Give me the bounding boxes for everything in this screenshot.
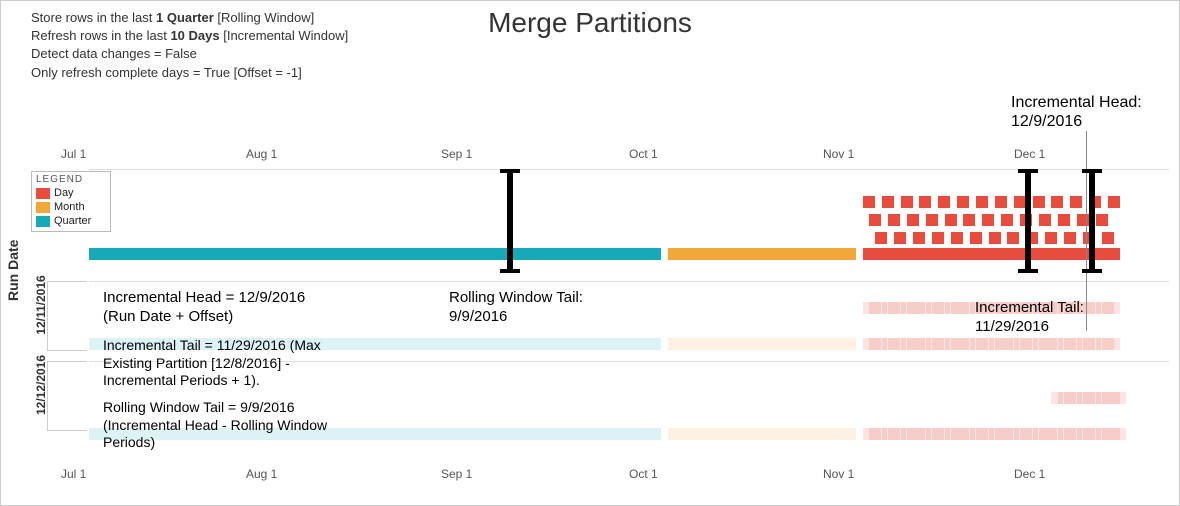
axis-tick: Aug 1 xyxy=(246,147,277,161)
page-title: Merge Partitions xyxy=(1,7,1179,39)
cell-day xyxy=(989,232,1001,244)
cell-day xyxy=(1114,428,1126,440)
cell-day xyxy=(882,196,894,208)
cell-day xyxy=(894,232,906,244)
marker-rolling-tail xyxy=(507,171,513,271)
swatch-quarter-icon xyxy=(36,216,50,227)
cell-day xyxy=(932,232,944,244)
axis-tick: Nov 1 xyxy=(823,467,854,481)
bar-month xyxy=(668,338,857,350)
cell-day xyxy=(1058,214,1070,226)
legend: LEGEND Day Month Quarter xyxy=(31,171,111,232)
cell-day xyxy=(1033,196,1045,208)
annot-inc-head-expl: Incremental Head = 12/9/2016 (Run Date +… xyxy=(103,289,305,327)
swatch-month-icon xyxy=(36,202,50,213)
cell-day xyxy=(1014,196,1026,208)
cell-day xyxy=(1108,248,1120,260)
cell-day xyxy=(982,214,994,226)
annot-rolling-tail-expl: Rolling Window Tail = 9/9/2016 (Incremen… xyxy=(103,399,327,452)
bar-month xyxy=(668,428,857,440)
cell-day xyxy=(1102,232,1114,244)
swatch-day-icon xyxy=(36,188,50,199)
cell-day xyxy=(907,214,919,226)
axis-tick: Jul 1 xyxy=(61,147,86,161)
cell-day xyxy=(869,214,881,226)
cell-day xyxy=(1039,214,1051,226)
cell-day xyxy=(1001,214,1013,226)
cell-day xyxy=(976,196,988,208)
marker-incremental-tail xyxy=(1025,171,1031,271)
cell-day xyxy=(1114,392,1126,404)
axis-tick: Jul 1 xyxy=(61,467,86,481)
cell-day xyxy=(963,214,975,226)
cell-day xyxy=(1108,302,1120,314)
cell-day xyxy=(957,196,969,208)
axis-tick: Oct 1 xyxy=(629,467,658,481)
cell-day xyxy=(901,196,913,208)
axis-tick: Aug 1 xyxy=(246,467,277,481)
annot-inc-tail-expl: Incremental Tail = 11/29/2016 (Max Exist… xyxy=(103,337,321,390)
axis-tick: Dec 1 xyxy=(1014,467,1045,481)
top-strip xyxy=(89,169,1169,269)
cell-day xyxy=(1007,232,1019,244)
marker-incremental-head xyxy=(1089,171,1095,271)
vline-incremental-head xyxy=(1086,131,1087,331)
legend-item-day: Day xyxy=(36,187,106,199)
cell-day xyxy=(926,214,938,226)
axis-tick: Oct 1 xyxy=(629,147,658,161)
annot-incremental-head-top: Incremental Head: 12/9/2016 xyxy=(1011,93,1142,131)
cell-day xyxy=(1108,196,1120,208)
y-axis-title: Run Date xyxy=(5,240,21,301)
cell-day xyxy=(919,196,931,208)
cell-day xyxy=(863,196,875,208)
cell-day xyxy=(1096,214,1108,226)
legend-item-month: Month xyxy=(36,201,106,213)
cell-day xyxy=(1045,232,1057,244)
run-date-label: 12/12/2016 xyxy=(34,350,48,420)
legend-title: LEGEND xyxy=(36,174,106,185)
axis-tick: Sep 1 xyxy=(441,147,472,161)
cell-day xyxy=(938,196,950,208)
annot-inc-tail-lbl: Incremental Tail: 11/29/2016 xyxy=(975,299,1084,337)
cell-day xyxy=(1064,232,1076,244)
diagram-canvas: Store rows in the last 1 Quarter [Rollin… xyxy=(0,0,1180,506)
cell-day xyxy=(995,196,1007,208)
run-date-group-1: 12/11/2016 xyxy=(47,281,87,351)
cell-day xyxy=(970,232,982,244)
cell-day xyxy=(1070,196,1082,208)
axis-tick: Sep 1 xyxy=(441,467,472,481)
cell-day xyxy=(875,232,887,244)
cell-day xyxy=(1051,196,1063,208)
cell-day xyxy=(913,232,925,244)
axis-tick: Dec 1 xyxy=(1014,147,1045,161)
cell-day xyxy=(1108,338,1120,350)
axis-tick: Nov 1 xyxy=(823,147,854,161)
cell-day xyxy=(945,214,957,226)
cell-day xyxy=(888,214,900,226)
cell-day xyxy=(951,232,963,244)
bar-quarter xyxy=(89,248,661,260)
run-date-label: 12/11/2016 xyxy=(34,270,48,340)
legend-item-quarter: Quarter xyxy=(36,215,106,227)
annot-rolling-tail-lbl: Rolling Window Tail: 9/9/2016 xyxy=(449,289,583,327)
run-date-group-2: 12/12/2016 xyxy=(47,361,87,431)
bar-month xyxy=(668,248,857,260)
